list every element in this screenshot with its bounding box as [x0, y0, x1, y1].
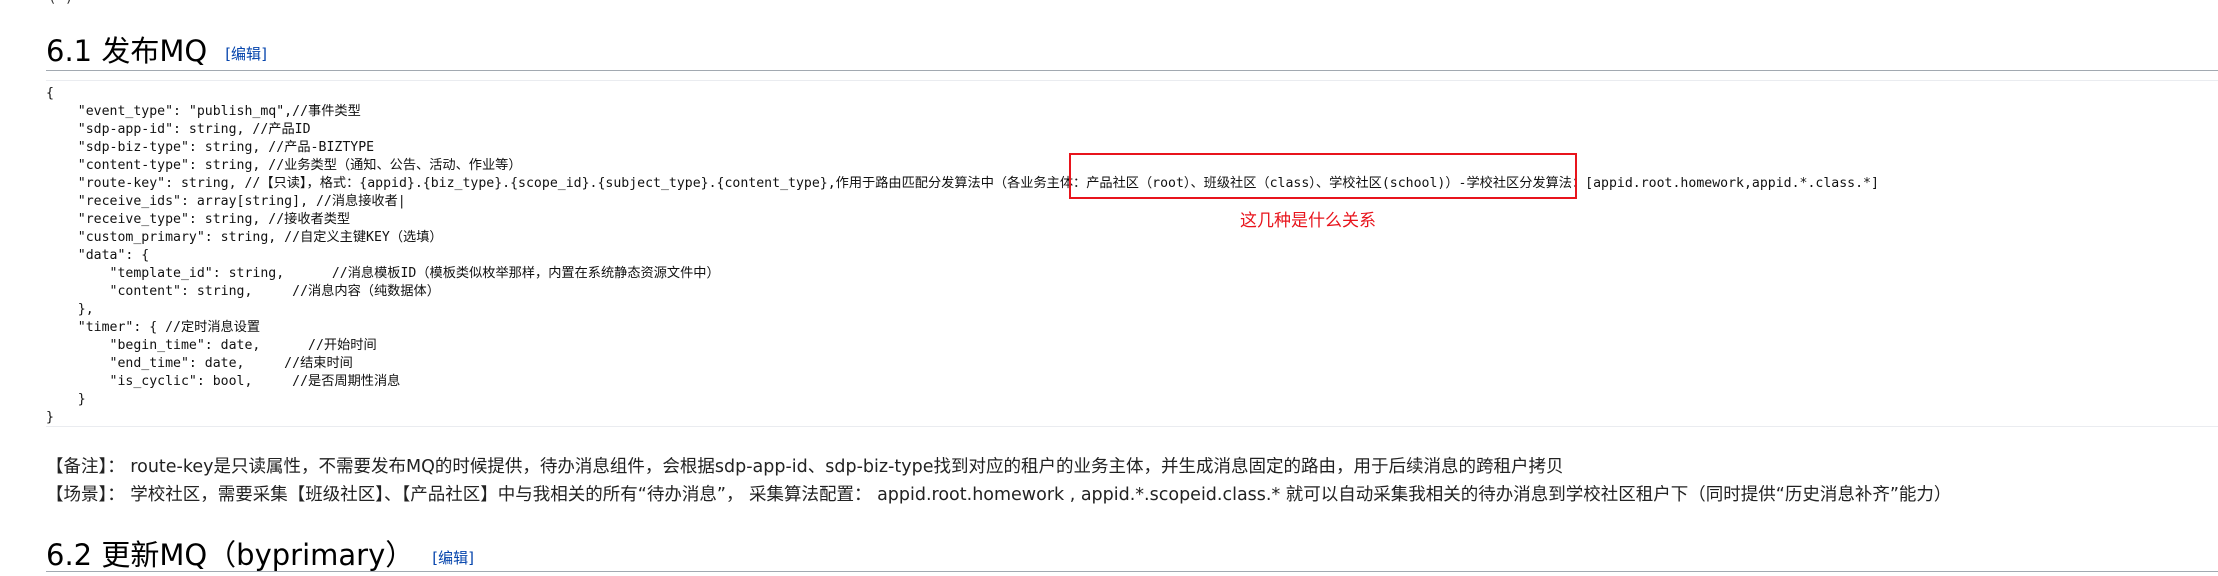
code-line: "content-type": string, //业务类型（通知、公告、活动、… — [46, 158, 522, 173]
code-line: "data": { — [46, 248, 150, 263]
code-line: "sdp-biz-type": string, //产品-BIZTYPE — [46, 140, 375, 155]
edit-section-link[interactable]: [编辑] — [225, 45, 267, 63]
edit-link-text[interactable]: 编辑 — [231, 45, 261, 63]
code-line: "template_id": string, //消息模板ID（模板类似枚举那样… — [46, 266, 720, 281]
annotation-highlight-box — [1069, 153, 1577, 199]
section-title: 6.2 更新MQ（byprimary） — [46, 538, 415, 572]
edit-link-text[interactable]: 编辑 — [438, 549, 468, 567]
code-block: { "event_type": "publish_mq",//事件类型 "sdp… — [46, 80, 2218, 427]
annotation-comment: 这几种是什么关系 — [1240, 211, 1376, 231]
section-heading-6-1: 6.1 发布MQ [编辑] — [46, 28, 267, 70]
section-heading-6-2: 6.2 更新MQ（byprimary） [编辑] — [46, 532, 474, 574]
scenario-paragraph: 【场景】： 学校社区，需要采集【班级社区】、【产品社区】中与我相关的所有“待办消… — [46, 485, 1952, 505]
code-line: "receive_type": string, //接收者类型 — [46, 212, 351, 227]
edit-section-link[interactable]: [编辑] — [432, 549, 474, 567]
code-line: "event_type": "publish_mq",//事件类型 — [46, 104, 361, 119]
code-line: { — [46, 86, 54, 101]
code-line: "is_cyclic": bool, //是否周期性消息 — [46, 374, 401, 389]
code-line: "route-key": string, //【只读】，格式：{appid}.{… — [46, 176, 1879, 191]
code-line: } — [46, 392, 86, 407]
section-divider — [46, 70, 2218, 71]
code-line: "content": string, //消息内容（纯数据体） — [46, 284, 440, 299]
code-line: "receive_ids": array[string], //消息接收者| — [46, 194, 406, 209]
code-line: "sdp-app-id": string, //产品ID — [46, 122, 311, 137]
code-line: } — [46, 410, 54, 425]
section-title: 6.1 发布MQ — [46, 34, 208, 68]
code-line: "timer": { //定时消息设置 — [46, 320, 261, 335]
clipped-code-line: ( ) — [48, 0, 73, 6]
remark-paragraph: 【备注】： route-key是只读属性，不需要发布MQ的时候提供，待办消息组件… — [46, 457, 1564, 477]
code-line: }, — [46, 302, 94, 317]
section-divider — [46, 571, 2218, 572]
code-line: "custom_primary": string, //自定义主键KEY（选填） — [46, 230, 443, 245]
code-line: "begin_time": date, //开始时间 — [46, 338, 377, 353]
code-line: "end_time": date, //结束时间 — [46, 356, 353, 371]
